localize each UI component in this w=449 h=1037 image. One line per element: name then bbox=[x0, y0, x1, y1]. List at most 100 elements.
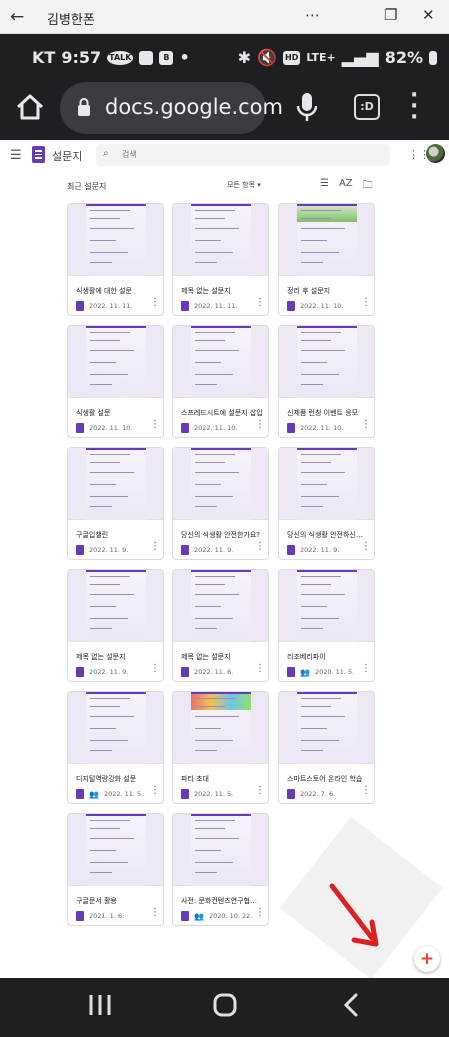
form-title: 스프레드시트에 설문지 삽입 bbox=[181, 409, 263, 417]
form-date: 2022. 11. 10. bbox=[89, 424, 133, 432]
form-date: 2022. 11. 9. bbox=[89, 668, 129, 676]
form-card[interactable]: 디지털역량강화 설문 👥 2022. 11. 5. ⋮ bbox=[67, 691, 164, 804]
more-options-icon[interactable]: ⋮ bbox=[150, 786, 160, 796]
form-card[interactable]: 제목 없는 설문지 2022. 11. 9. ⋮ bbox=[67, 569, 164, 682]
microphone-icon[interactable] bbox=[296, 91, 318, 127]
shared-people-icon: 👥 bbox=[300, 667, 310, 677]
form-card[interactable]: 파티 초대 2022. 11. 5. ⋮ bbox=[172, 691, 269, 804]
more-options-icon[interactable]: ⋮ bbox=[361, 420, 371, 430]
form-card[interactable]: 식생활에 대한 설문 2022. 11. 11. ⋮ bbox=[67, 203, 164, 316]
more-options-icon[interactable]: ⋮ bbox=[361, 298, 371, 308]
forms-doc-icon bbox=[287, 423, 295, 433]
form-meta: 👥 2022. 11. 5. bbox=[76, 789, 143, 799]
forms-doc-icon bbox=[287, 545, 295, 555]
search-icon: ⌕ bbox=[103, 148, 109, 159]
form-card[interactable]: 스마트스토어 온라인 학습 2022. 7. 6. ⋮ bbox=[278, 691, 375, 804]
owner-filter-dropdown[interactable]: 모든 항목 ▾ bbox=[227, 180, 261, 190]
more-icon[interactable]: ⋯ bbox=[305, 6, 320, 24]
forms-logo-icon[interactable] bbox=[32, 146, 45, 163]
form-title: 제목 없는 설문지 bbox=[76, 653, 126, 661]
forms-doc-icon bbox=[181, 423, 189, 433]
more-options-icon[interactable]: ⋮ bbox=[150, 298, 160, 308]
form-meta: 2022. 7. 6. bbox=[287, 789, 335, 799]
more-options-icon[interactable]: ⋮ bbox=[361, 786, 371, 796]
form-title: 식생활 설문 bbox=[76, 409, 111, 417]
form-title: 파티 초대 bbox=[181, 775, 209, 783]
forms-doc-icon bbox=[287, 301, 295, 311]
sort-icon[interactable]: AZ bbox=[339, 178, 353, 195]
form-card[interactable]: 구글입챌린 2022. 11. 9. ⋮ bbox=[67, 447, 164, 560]
more-options-icon[interactable]: ⋮ bbox=[361, 542, 371, 552]
phone-screen: KT 9:57 TALK B • ✱ 🔇 HD LTE+ ▂▄▆ 82% doc… bbox=[0, 34, 449, 1037]
address-bar[interactable]: docs.google.com bbox=[60, 82, 283, 134]
form-card[interactable]: 스프레드시트에 설문지 삽입 2022. 11. 10. ⋮ bbox=[172, 325, 269, 438]
form-thumbnail bbox=[279, 204, 374, 276]
form-thumbnail bbox=[68, 814, 163, 886]
form-card[interactable]: 제목 없는 설문지 2022. 11. 11. ⋮ bbox=[172, 203, 269, 316]
mute-icon: 🔇 bbox=[257, 48, 277, 67]
browser-menu-icon[interactable]: · · · bbox=[410, 85, 418, 129]
form-date: 2021. 1. 6. bbox=[89, 912, 125, 920]
form-meta: 2022. 11. 9. bbox=[287, 545, 339, 555]
tab-switcher-button[interactable]: :D bbox=[354, 94, 380, 120]
home-icon[interactable] bbox=[14, 91, 46, 123]
folder-icon[interactable]: 🗀 bbox=[363, 178, 373, 195]
form-date: 2022. 11. 11. bbox=[89, 302, 133, 310]
more-options-icon[interactable]: ⋮ bbox=[150, 420, 160, 430]
more-options-icon[interactable]: ⋮ bbox=[361, 664, 371, 674]
more-options-icon[interactable]: ⋮ bbox=[255, 542, 265, 552]
red-arrow-icon bbox=[326, 882, 386, 956]
form-card[interactable]: 리조베리파이 👥 2020. 11. 5. ⋮ bbox=[278, 569, 375, 682]
more-options-icon[interactable]: ⋮ bbox=[255, 908, 265, 918]
battery-level: 82% bbox=[384, 48, 423, 67]
lte-icon: LTE+ bbox=[306, 51, 336, 64]
back-arrow-icon[interactable]: ← bbox=[10, 7, 24, 27]
back-nav-icon[interactable] bbox=[342, 992, 360, 1022]
search-input[interactable]: ⌕ 검색 bbox=[96, 144, 390, 166]
restore-window-button[interactable]: ❐ bbox=[384, 6, 397, 24]
form-card[interactable]: 당신의 식생활 안전한가요? 2022. 11. 9. ⋮ bbox=[172, 447, 269, 560]
home-nav-icon[interactable] bbox=[212, 992, 238, 1022]
forms-doc-icon bbox=[181, 301, 189, 311]
form-card[interactable]: 당신의 식생활 안전하신가요? 2022. 11. 9. ⋮ bbox=[278, 447, 375, 560]
more-options-icon[interactable]: ⋮ bbox=[150, 542, 160, 552]
form-date: 2022. 7. 6. bbox=[300, 790, 336, 798]
form-title: 디지털역량강화 설문 bbox=[76, 775, 137, 783]
form-date: 2022. 11. 5. bbox=[103, 790, 144, 798]
form-title: 구글문서 활용 bbox=[76, 897, 117, 905]
form-card[interactable]: 신제품 런칭 이벤트 응모 2022. 11. 10. ⋮ bbox=[278, 325, 375, 438]
close-window-button[interactable]: ✕ bbox=[422, 6, 435, 24]
form-title: 스마트스토어 온라인 학습 bbox=[287, 775, 363, 783]
form-meta: 2022. 11. 10. bbox=[287, 423, 343, 433]
hamburger-menu-icon[interactable]: ☰ bbox=[10, 148, 22, 163]
create-form-button[interactable]: + bbox=[414, 946, 440, 972]
more-options-icon[interactable]: ⋮ bbox=[255, 786, 265, 796]
form-title: 리조베리파이 bbox=[287, 653, 326, 661]
form-card[interactable]: 구글문서 활용 2021. 1. 6. ⋮ bbox=[67, 813, 164, 926]
more-options-icon[interactable]: ⋮ bbox=[150, 908, 160, 918]
forms-doc-icon bbox=[181, 789, 189, 799]
more-options-icon[interactable]: ⋮ bbox=[255, 664, 265, 674]
talk-icon: TALK bbox=[107, 50, 134, 65]
form-title: 신제품 런칭 이벤트 응모 bbox=[287, 409, 359, 417]
more-options-icon[interactable]: ⋮ bbox=[255, 298, 265, 308]
more-options-icon[interactable]: ⋮ bbox=[255, 420, 265, 430]
form-card[interactable]: 식생활 설문 2022. 11. 10. ⋮ bbox=[67, 325, 164, 438]
signal-icon: ▂▄▆ bbox=[341, 48, 379, 67]
form-card[interactable]: 정리 후 설문지 2022. 11. 10. ⋮ bbox=[278, 203, 375, 316]
more-options-icon[interactable]: ⋮ bbox=[150, 664, 160, 674]
form-thumbnail bbox=[68, 448, 163, 520]
list-view-icon[interactable]: ☰ bbox=[320, 178, 329, 195]
form-thumbnail bbox=[279, 326, 374, 398]
form-thumbnail bbox=[279, 570, 374, 642]
form-meta: 👥 2020. 10. 22. bbox=[181, 911, 252, 921]
form-meta: 2022. 11. 9. bbox=[76, 667, 128, 677]
form-meta: 2022. 11. 10. bbox=[287, 301, 343, 311]
forms-header: ☰ 설문지 ⌕ 검색 ⋮⋮⋮ bbox=[0, 140, 449, 176]
avatar[interactable] bbox=[426, 144, 445, 163]
browser-toolbar: docs.google.com :D · · · bbox=[0, 78, 449, 140]
form-date: 2022. 11. 11. bbox=[194, 302, 238, 310]
form-card[interactable]: 사전: 문화컨텐츠연구협회_회… 👥 2020. 10. 22.⋮ bbox=[172, 813, 269, 926]
form-card[interactable]: 제목 없는 설문지 2022. 11. 6. ⋮ bbox=[172, 569, 269, 682]
recent-apps-icon[interactable] bbox=[88, 992, 112, 1022]
